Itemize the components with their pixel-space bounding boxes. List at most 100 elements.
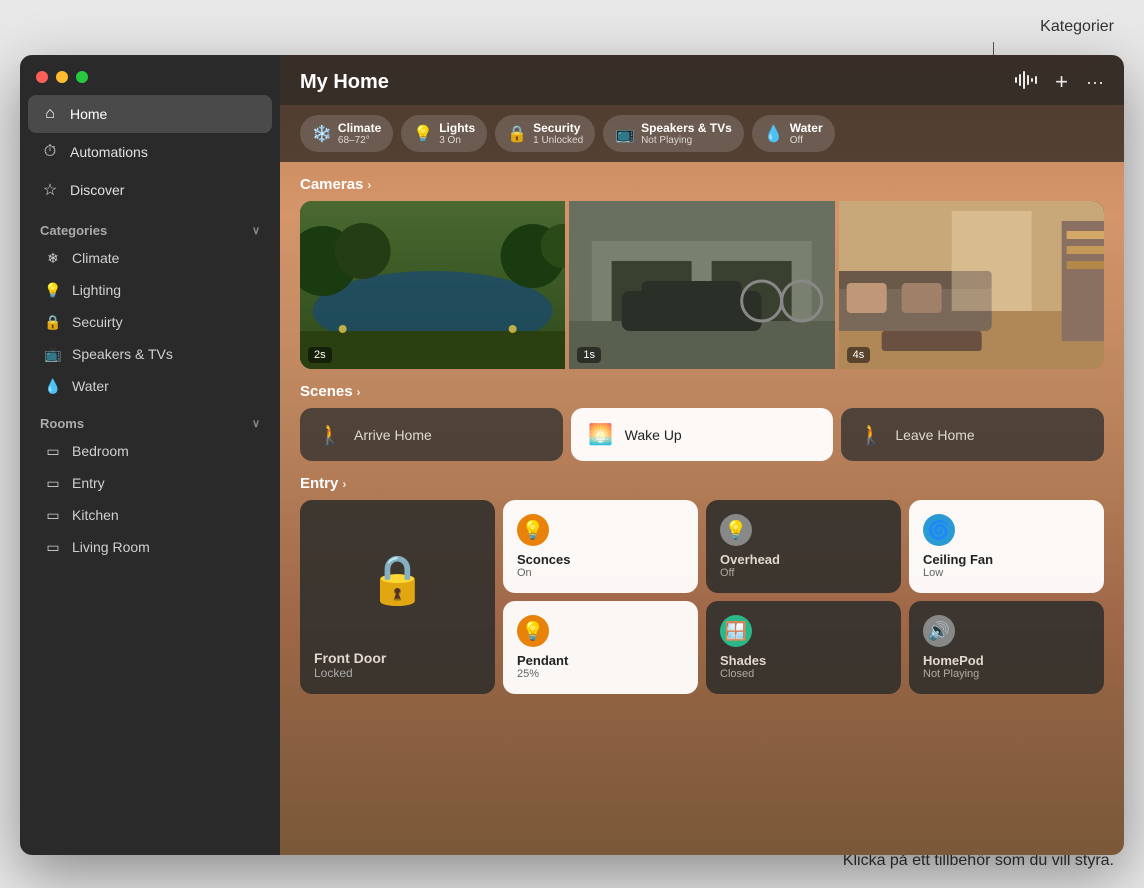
front-door-status: Locked <box>314 666 481 680</box>
sconces-card[interactable]: 💡 Sconces On <box>503 500 698 593</box>
camera-2[interactable]: 1s <box>569 201 834 369</box>
maximize-button[interactable] <box>76 71 88 83</box>
speakers-label: Speakers & TVs <box>72 346 173 362</box>
ceiling-fan-icon-row: 🌀 <box>923 514 1090 546</box>
wake-up-button[interactable]: 🌅 Wake Up <box>571 408 834 461</box>
overhead-icon-row: 💡 <box>720 514 887 546</box>
climate-pill-icon: ❄️ <box>312 124 332 144</box>
entry-section-label: Entry <box>300 475 338 492</box>
shades-icon: 🪟 <box>720 615 752 647</box>
sidebar-item-entry[interactable]: ▭ Entry <box>28 467 272 499</box>
categories-chevron[interactable]: ∨ <box>252 224 260 237</box>
overhead-status: Off <box>720 567 887 579</box>
sidebar-item-automations[interactable]: ⏱ Automations <box>28 133 272 171</box>
sidebar-discover-label: Discover <box>70 182 124 198</box>
sidebar-item-lighting[interactable]: 💡 Lighting <box>28 274 272 306</box>
scroll-area: Cameras › <box>280 162 1124 855</box>
homepod-name: HomePod <box>923 653 1090 668</box>
sconces-info: Sconces On <box>517 552 684 579</box>
speakers-pill-text: Speakers & TVs Not Playing <box>641 121 732 146</box>
security-pill-sub: 1 Unlocked <box>533 135 583 146</box>
lights-pill[interactable]: 💡 Lights 3 On <box>401 115 487 152</box>
sidebar-item-discover[interactable]: ☆ Discover <box>28 171 272 209</box>
front-door-card[interactable]: 🔒 Front Door Locked <box>300 500 495 694</box>
minimize-button[interactable] <box>56 71 68 83</box>
close-button[interactable] <box>36 71 48 83</box>
scenes-section-header[interactable]: Scenes › <box>300 369 1104 408</box>
speakers-pill[interactable]: 📺 Speakers & TVs Not Playing <box>603 115 744 152</box>
sconces-icon: 💡 <box>517 514 549 546</box>
camera-3[interactable]: 4s <box>839 201 1104 369</box>
overhead-info: Overhead Off <box>720 552 887 579</box>
ceiling-fan-card[interactable]: 🌀 Ceiling Fan Low <box>909 500 1104 593</box>
sidebar-item-home[interactable]: ⌂ Home <box>28 95 272 133</box>
homepod-card[interactable]: 🔊 HomePod Not Playing <box>909 601 1104 694</box>
water-pill[interactable]: 💧 Water Off <box>752 115 835 152</box>
entry-icon: ▭ <box>44 474 62 492</box>
climate-label: Climate <box>72 250 119 266</box>
speakers-pill-sub: Not Playing <box>641 135 732 146</box>
front-door-info: Front Door Locked <box>314 650 481 680</box>
sidebar-item-kitchen[interactable]: ▭ Kitchen <box>28 499 272 531</box>
arrive-home-button[interactable]: 🚶 Arrive Home <box>300 408 563 461</box>
water-pill-icon: 💧 <box>764 124 784 144</box>
security-label: Secuirty <box>72 314 123 330</box>
main-window: ⌂ Home ⏱ Automations ☆ Discover Categori… <box>20 55 1124 855</box>
lighting-icon: 💡 <box>44 281 62 299</box>
camera-1[interactable]: 2s <box>300 201 565 369</box>
leave-icon: 🚶 <box>857 422 885 447</box>
sconces-name: Sconces <box>517 552 684 567</box>
rooms-label: Rooms <box>40 416 84 431</box>
pendant-card[interactable]: 💡 Pendant 25% <box>503 601 698 694</box>
entry-section-header[interactable]: Entry › <box>300 461 1104 500</box>
window-controls <box>20 55 280 95</box>
ceiling-fan-info: Ceiling Fan Low <box>923 552 1090 579</box>
bedroom-icon: ▭ <box>44 442 62 460</box>
shades-card[interactable]: 🪟 Shades Closed <box>706 601 901 694</box>
homepod-icon-row: 🔊 <box>923 615 1090 647</box>
security-pill[interactable]: 🔒 Security 1 Unlocked <box>495 115 595 152</box>
pendant-icon: 💡 <box>517 615 549 647</box>
pendant-icon-row: 💡 <box>517 615 684 647</box>
water-label: Water <box>72 378 109 394</box>
lighting-label: Lighting <box>72 282 121 298</box>
shades-status: Closed <box>720 668 887 680</box>
climate-pill[interactable]: ❄️ Climate 68–72° <box>300 115 393 152</box>
devices-grid: 🔒 Front Door Locked 💡 Sconces On <box>300 500 1104 694</box>
scenes-row: 🚶 Arrive Home 🌅 Wake Up 🚶 Leave Home <box>300 408 1104 461</box>
sidebar-item-climate[interactable]: ❄ Climate <box>28 242 272 274</box>
more-icon[interactable]: ··· <box>1086 72 1104 93</box>
sidebar-item-speakers[interactable]: 📺 Speakers & TVs <box>28 338 272 370</box>
add-icon[interactable]: + <box>1055 69 1068 95</box>
ceiling-fan-icon: 🌀 <box>923 514 955 546</box>
front-door-lock-icon: 🔒 <box>368 551 428 608</box>
ceiling-fan-status: Low <box>923 567 1090 579</box>
shades-info: Shades Closed <box>720 653 887 680</box>
cameras-chevron: › <box>367 178 371 192</box>
clock-icon: ⏱ <box>40 142 60 162</box>
sidebar-item-water[interactable]: 💧 Water <box>28 370 272 402</box>
waveform-icon[interactable] <box>1015 71 1037 94</box>
overhead-card[interactable]: 💡 Overhead Off <box>706 500 901 593</box>
kitchen-label: Kitchen <box>72 507 119 523</box>
cam1-timer: 2s <box>308 347 332 363</box>
categories-label: Categories <box>40 223 107 238</box>
rooms-chevron[interactable]: ∨ <box>252 417 260 430</box>
sidebar-item-living[interactable]: ▭ Living Room <box>28 531 272 563</box>
water-pill-label: Water <box>790 121 823 135</box>
shades-name: Shades <box>720 653 887 668</box>
cameras-section-header[interactable]: Cameras › <box>300 162 1104 201</box>
lights-pill-sub: 3 On <box>439 135 475 146</box>
wakeup-icon: 🌅 <box>587 422 615 447</box>
sidebar-item-bedroom[interactable]: ▭ Bedroom <box>28 435 272 467</box>
speakers-pill-label: Speakers & TVs <box>641 121 732 135</box>
entry-chevron: › <box>342 477 346 491</box>
water-pill-sub: Off <box>790 135 823 146</box>
status-pills: ❄️ Climate 68–72° 💡 Lights 3 On 🔒 Securi… <box>280 105 1124 162</box>
security-pill-text: Security 1 Unlocked <box>533 121 583 146</box>
sidebar-item-security[interactable]: 🔒 Secuirty <box>28 306 272 338</box>
lights-pill-icon: 💡 <box>413 124 433 144</box>
sconces-status: On <box>517 567 684 579</box>
leave-home-button[interactable]: 🚶 Leave Home <box>841 408 1104 461</box>
star-icon: ☆ <box>40 180 60 200</box>
